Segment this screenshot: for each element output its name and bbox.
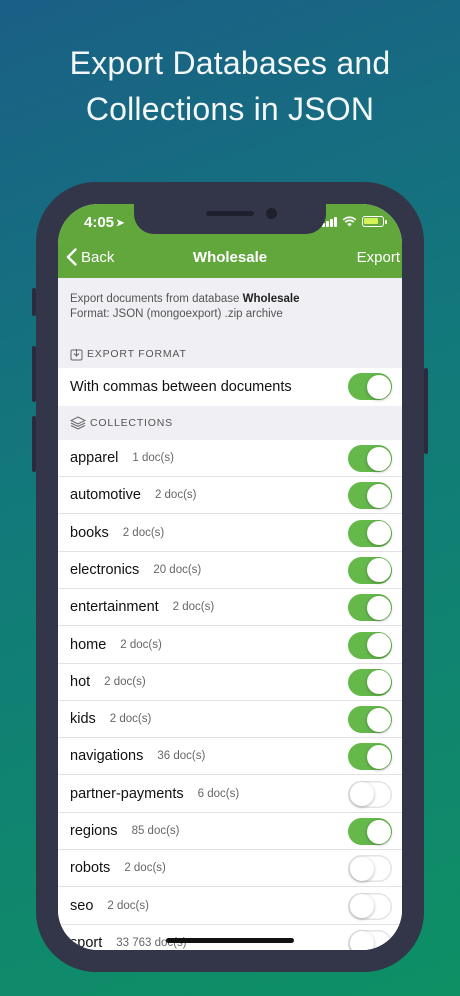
collection-row-apparel: apparel 1 doc(s)	[58, 440, 402, 477]
collection-row-robots: robots 2 doc(s)	[58, 850, 402, 888]
collection-row-kids: kids 2 doc(s)	[58, 701, 402, 739]
collection-toggle-hot[interactable]	[348, 668, 392, 696]
collection-name: partner-payments	[70, 785, 184, 802]
collection-name: automotive	[70, 487, 141, 504]
collection-doc-count: 20 doc(s)	[153, 563, 202, 576]
status-bar-time: 4:05 ➤	[84, 214, 124, 231]
collection-row-navigations: navigations 36 doc(s)	[58, 738, 402, 776]
collection-row-regions: regions 85 doc(s)	[58, 813, 402, 850]
collection-toggle-electronics[interactable]	[348, 556, 392, 584]
collection-name: navigations	[70, 748, 144, 765]
collection-doc-count: 2 doc(s)	[172, 601, 215, 614]
promo-headline: Export Databases and Collections in JSON	[0, 40, 460, 132]
collection-name: regions	[70, 823, 118, 839]
collection-name: robots	[70, 860, 111, 877]
commas-toggle[interactable]	[348, 373, 392, 400]
collection-doc-count: 1 doc(s)	[132, 452, 174, 464]
export-format-option-row: With commas between documents	[58, 368, 402, 406]
collection-toggle-navigations[interactable]	[348, 743, 392, 771]
export-info-prefix: Export documents from database	[70, 293, 243, 305]
collection-doc-count: 36 doc(s)	[157, 750, 206, 763]
phone-screen: 4:05 ➤ Back Wholesale Export Export docu…	[58, 204, 402, 950]
collection-toggle-entertainment[interactable]	[348, 594, 392, 622]
download-box-icon	[70, 348, 83, 360]
status-time-text: 4:05	[84, 214, 115, 231]
page-title: Wholesale	[192, 249, 268, 266]
collection-name: books	[70, 524, 109, 541]
phone-frame: 4:05 ➤ Back Wholesale Export Export docu…	[32, 182, 428, 972]
export-format-option-label: With commas between documents	[70, 379, 292, 395]
export-info-database-name: Wholesale	[242, 293, 300, 305]
collection-toggle-robots[interactable]	[348, 855, 392, 883]
notch	[134, 204, 326, 234]
collection-row-partner-payments: partner-payments 6 doc(s)	[58, 775, 402, 813]
collection-toggle-kids[interactable]	[348, 706, 392, 734]
collection-name: home	[70, 636, 107, 653]
volume-up-button	[32, 346, 36, 402]
location-arrow-icon: ➤	[116, 218, 125, 229]
collection-name: hot	[70, 673, 91, 690]
layers-icon	[70, 416, 86, 430]
promo-headline-line-1: Export Databases and	[69, 45, 391, 81]
collection-toggle-regions[interactable]	[348, 818, 392, 845]
mute-switch	[32, 288, 36, 316]
home-indicator[interactable]	[166, 938, 294, 943]
collection-toggle-books[interactable]	[348, 519, 392, 547]
collection-row-home: home 2 doc(s)	[58, 626, 402, 664]
collection-toggle-apparel[interactable]	[348, 445, 392, 472]
collection-doc-count: 2 doc(s)	[107, 899, 149, 912]
volume-down-button	[32, 416, 36, 472]
collection-toggle-home[interactable]	[348, 631, 392, 659]
power-button	[424, 368, 428, 454]
collection-name: electronics	[70, 561, 140, 578]
collection-name: sport	[70, 934, 103, 950]
collection-name: seo	[70, 897, 94, 914]
collection-row-seo: seo 2 doc(s)	[58, 887, 402, 925]
collection-name: kids	[70, 711, 96, 728]
collection-row-books: books 2 doc(s)	[58, 514, 402, 552]
collection-doc-count: 2 doc(s)	[122, 526, 165, 539]
export-format-section-header: EXPORT FORMAT	[58, 340, 402, 368]
export-button[interactable]: Export	[357, 249, 400, 266]
collection-name: entertainment	[70, 599, 159, 616]
front-camera	[266, 208, 277, 219]
collection-doc-count: 85 doc(s)	[131, 825, 180, 837]
collection-doc-count: 2 doc(s)	[154, 489, 197, 502]
collection-row-electronics: electronics 20 doc(s)	[58, 551, 402, 589]
collection-doc-count: 2 doc(s)	[124, 862, 166, 875]
collection-doc-count: 2 doc(s)	[109, 713, 152, 726]
collection-row-entertainment: entertainment 2 doc(s)	[58, 589, 402, 627]
export-info-format-line: Format: JSON (mongoexport) .zip archive	[70, 308, 283, 320]
wifi-icon	[342, 216, 357, 227]
export-info: Export documents from database Wholesale…	[58, 278, 402, 340]
collection-doc-count: 2 doc(s)	[120, 638, 162, 651]
collection-toggle-sport[interactable]	[348, 929, 392, 950]
speaker-grille	[206, 211, 254, 216]
collection-doc-count: 2 doc(s)	[104, 675, 146, 688]
battery-icon	[362, 216, 387, 227]
export-format-header-label: EXPORT FORMAT	[87, 348, 187, 360]
collections-section-header: COLLECTIONS	[58, 406, 402, 440]
collection-toggle-partner-payments[interactable]	[348, 780, 392, 808]
export-info-database-line: Export documents from database Wholesale	[70, 292, 390, 307]
collection-row-hot: hot 2 doc(s)	[58, 663, 402, 701]
collection-toggle-automotive[interactable]	[348, 482, 392, 510]
collection-name: apparel	[70, 450, 119, 466]
promo-headline-line-2: Collections in JSON	[85, 91, 375, 127]
collection-row-automotive: automotive 2 doc(s)	[58, 477, 402, 515]
status-bar-indicators	[322, 216, 387, 227]
collection-doc-count: 6 doc(s)	[197, 787, 240, 800]
collection-toggle-seo[interactable]	[348, 892, 392, 920]
collections-header-label: COLLECTIONS	[90, 417, 173, 429]
